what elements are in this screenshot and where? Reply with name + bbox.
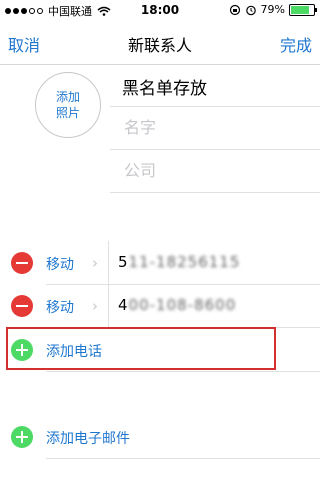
phone-number-masked: 00-108-8600 bbox=[128, 296, 237, 314]
battery-icon bbox=[289, 3, 317, 16]
phone-row: 移动 › 400-108-8600 bbox=[0, 284, 320, 328]
add-photo-label-line1: 添加 bbox=[55, 90, 80, 104]
status-bar: 中国联通 18:00 79% bbox=[0, 0, 320, 20]
navigation-bar: 取消 新联系人 完成 bbox=[0, 20, 320, 65]
add-email-label[interactable]: 添加电子邮件 bbox=[46, 428, 130, 448]
chevron-right-icon[interactable]: › bbox=[92, 254, 98, 272]
phone-row: 移动 › 511-18256115 bbox=[0, 241, 320, 285]
delete-phone-button[interactable] bbox=[11, 252, 33, 274]
company-field[interactable] bbox=[110, 150, 320, 193]
add-photo-label-line2: 照片 bbox=[55, 106, 80, 120]
last-name-field[interactable] bbox=[110, 107, 320, 150]
chevron-right-icon[interactable]: › bbox=[92, 297, 98, 315]
rotation-lock-icon bbox=[229, 4, 240, 15]
divider bbox=[108, 284, 109, 328]
phone-number-field[interactable]: 511-18256115 bbox=[118, 253, 240, 271]
row-separator bbox=[46, 371, 320, 372]
phone-number-masked: 11-18256115 bbox=[128, 253, 241, 271]
phone-number-field[interactable]: 400-108-8600 bbox=[118, 296, 236, 314]
first-name-value: 黑名单存放 bbox=[122, 79, 207, 99]
phone-label[interactable]: 移动 bbox=[46, 297, 74, 317]
page-title: 新联系人 bbox=[127, 36, 192, 55]
add-email-row[interactable]: 添加电子邮件 bbox=[0, 415, 320, 459]
phone-number-lead: 4 bbox=[118, 296, 129, 314]
company-input[interactable] bbox=[122, 160, 316, 181]
done-button[interactable]: 完成 bbox=[280, 32, 312, 56]
divider bbox=[108, 241, 109, 285]
delete-phone-button[interactable] bbox=[11, 295, 33, 317]
row-separator bbox=[46, 458, 320, 459]
alarm-icon bbox=[245, 5, 256, 15]
status-right: 79% bbox=[229, 3, 317, 16]
battery-percentage: 79% bbox=[260, 3, 285, 16]
highlight-box bbox=[6, 327, 276, 370]
phone-label[interactable]: 移动 bbox=[46, 254, 74, 274]
phone-number-lead: 5 bbox=[118, 253, 129, 271]
add-email-button[interactable] bbox=[11, 426, 33, 448]
last-name-input[interactable] bbox=[122, 117, 316, 138]
first-name-field[interactable]: 黑名单存放 bbox=[110, 64, 320, 107]
add-photo-button[interactable]: 添加 照片 bbox=[35, 72, 101, 138]
